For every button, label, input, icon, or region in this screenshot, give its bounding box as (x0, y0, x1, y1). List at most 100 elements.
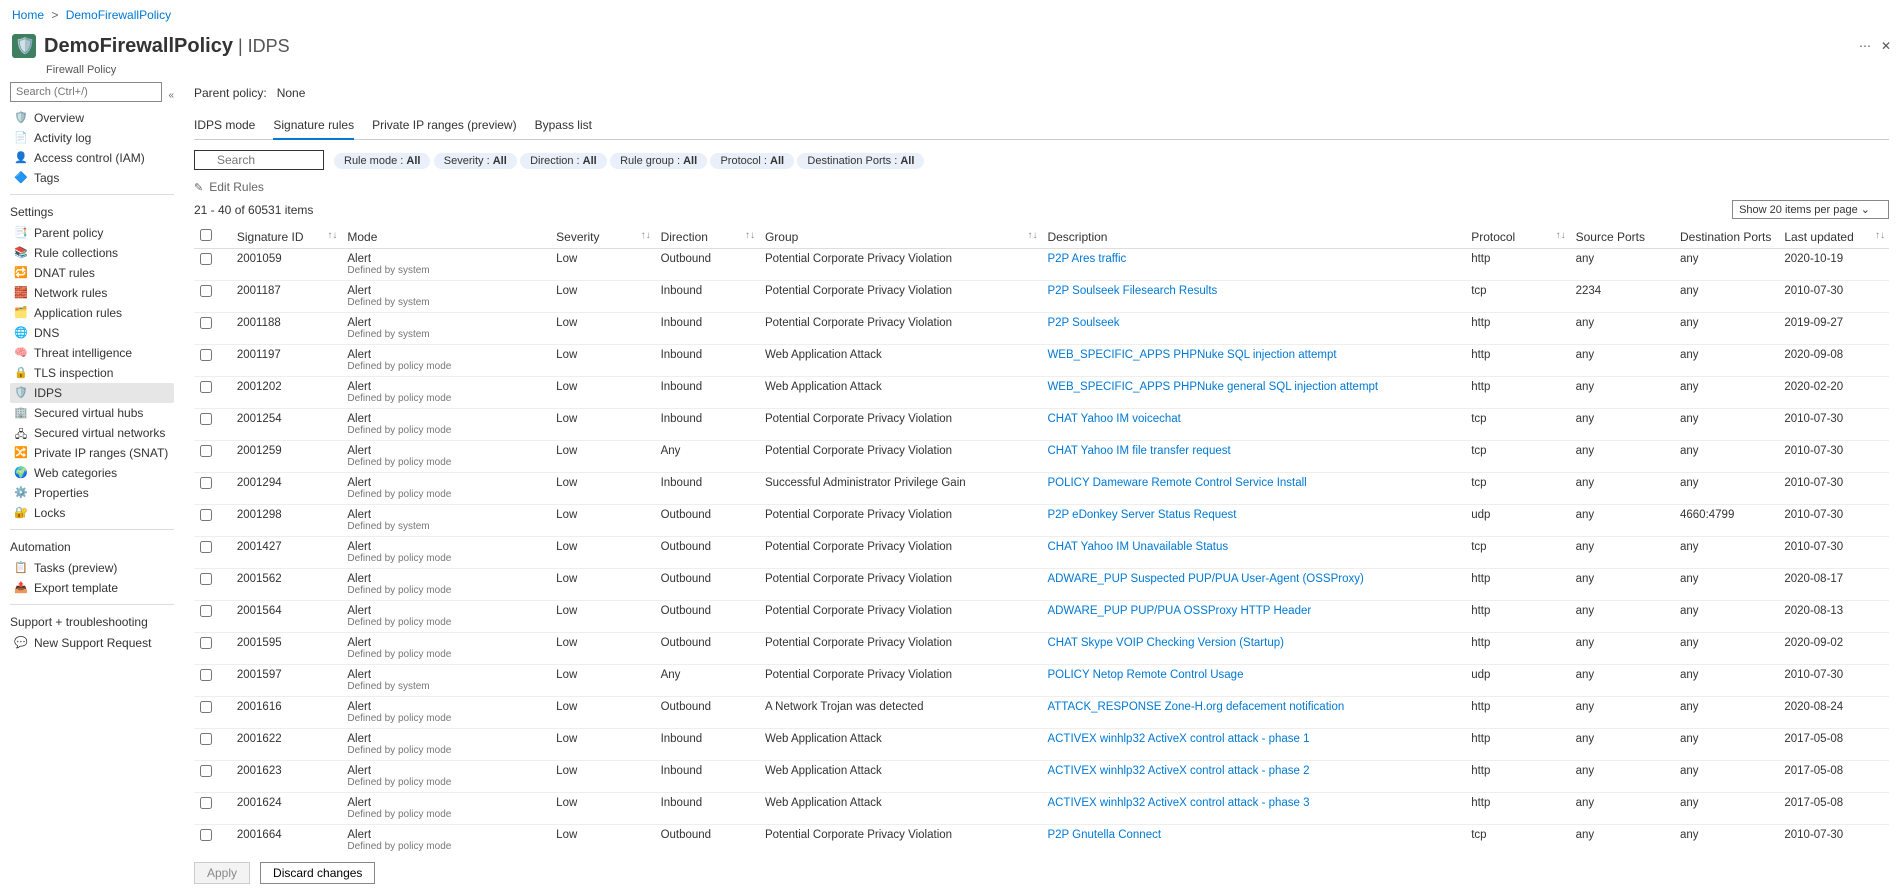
tab-idps-mode[interactable]: IDPS mode (194, 114, 255, 139)
sidebar-item-new-support-request[interactable]: 💬New Support Request (10, 633, 174, 653)
row-checkbox[interactable] (200, 637, 212, 649)
row-checkbox[interactable] (200, 797, 212, 809)
filter-pill-rule-mode[interactable]: Rule mode : All (334, 153, 430, 169)
sidebar-item-network-rules[interactable]: 🧱Network rules (10, 283, 174, 303)
sidebar-item-secured-virtual-hubs[interactable]: 🏢Secured virtual hubs (10, 403, 174, 423)
description-link[interactable]: ATTACK_RESPONSE Zone-H.org defacement no… (1047, 701, 1344, 713)
apply-button[interactable]: Apply (194, 862, 250, 884)
breadcrumb-parent[interactable]: DemoFirewallPolicy (66, 8, 171, 22)
description-link[interactable]: WEB_SPECIFIC_APPS PHPNuke general SQL in… (1047, 381, 1378, 393)
table-row[interactable]: 2001616AlertDefined by policy modeLowOut… (194, 697, 1889, 729)
table-row[interactable]: 2001188AlertDefined by systemLowInboundP… (194, 313, 1889, 345)
filter-pill-direction[interactable]: Direction : All (520, 153, 607, 169)
row-checkbox[interactable] (200, 765, 212, 777)
column-signature-id[interactable]: Signature ID↑↓ (231, 225, 342, 249)
sidebar-item-locks[interactable]: 🔐Locks (10, 503, 174, 523)
description-link[interactable]: ACTIVEX winhlp32 ActiveX control attack … (1047, 765, 1309, 777)
sidebar-item-tags[interactable]: 🔷Tags (10, 168, 174, 188)
sidebar-item-export-template[interactable]: 📤Export template (10, 578, 174, 598)
more-icon[interactable]: ⋯ (1859, 39, 1871, 53)
sidebar-item-web-categories[interactable]: 🌍Web categories (10, 463, 174, 483)
table-row[interactable]: 2001664AlertDefined by policy modeLowOut… (194, 825, 1889, 857)
description-link[interactable]: CHAT Yahoo IM Unavailable Status (1047, 541, 1228, 553)
description-link[interactable]: CHAT Skype VOIP Checking Version (Startu… (1047, 637, 1284, 649)
description-link[interactable]: WEB_SPECIFIC_APPS PHPNuke SQL injection … (1047, 349, 1336, 361)
table-row[interactable]: 2001427AlertDefined by policy modeLowOut… (194, 537, 1889, 569)
row-checkbox[interactable] (200, 317, 212, 329)
select-all-header[interactable] (194, 225, 231, 249)
filter-pill-rule-group[interactable]: Rule group : All (610, 153, 707, 169)
tab-private-ip-ranges-preview-[interactable]: Private IP ranges (preview) (372, 114, 517, 139)
row-checkbox[interactable] (200, 349, 212, 361)
discard-button[interactable]: Discard changes (260, 862, 375, 884)
close-icon[interactable]: ✕ (1881, 39, 1891, 53)
table-row[interactable]: 2001298AlertDefined by systemLowOutbound… (194, 505, 1889, 537)
column-description[interactable]: Description (1041, 225, 1465, 249)
description-link[interactable]: ACTIVEX winhlp32 ActiveX control attack … (1047, 797, 1309, 809)
sidebar-item-application-rules[interactable]: 🗂️Application rules (10, 303, 174, 323)
row-checkbox[interactable] (200, 733, 212, 745)
filter-pill-protocol[interactable]: Protocol : All (710, 153, 794, 169)
sidebar-item-secured-virtual-networks[interactable]: 🖧Secured virtual networks (10, 423, 174, 443)
row-checkbox[interactable] (200, 541, 212, 553)
column-protocol[interactable]: Protocol↑↓ (1465, 225, 1569, 249)
sidebar-item-threat-intelligence[interactable]: 🧠Threat intelligence (10, 343, 174, 363)
column-mode[interactable]: Mode (341, 225, 550, 249)
select-all-checkbox[interactable] (200, 229, 212, 241)
collapse-sidebar-icon[interactable]: « (168, 90, 174, 101)
edit-rules-button[interactable]: Edit Rules (209, 180, 264, 194)
table-row[interactable]: 2001254AlertDefined by policy modeLowInb… (194, 409, 1889, 441)
sidebar-item-rule-collections[interactable]: 📚Rule collections (10, 243, 174, 263)
row-checkbox[interactable] (200, 605, 212, 617)
sidebar-item-properties[interactable]: ⚙️Properties (10, 483, 174, 503)
description-link[interactable]: ADWARE_PUP Suspected PUP/PUA User-Agent … (1047, 573, 1363, 585)
column-destination-ports[interactable]: Destination Ports (1674, 225, 1778, 249)
sidebar-item-idps[interactable]: 🛡️IDPS (10, 383, 174, 403)
table-row[interactable]: 2001624AlertDefined by policy modeLowInb… (194, 793, 1889, 825)
description-link[interactable]: ACTIVEX winhlp32 ActiveX control attack … (1047, 733, 1309, 745)
description-link[interactable]: P2P Ares traffic (1047, 253, 1126, 265)
description-link[interactable]: P2P Soulseek (1047, 317, 1119, 329)
row-checkbox[interactable] (200, 477, 212, 489)
table-row[interactable]: 2001202AlertDefined by policy modeLowInb… (194, 377, 1889, 409)
sidebar-item-access-control-iam-[interactable]: 👤Access control (IAM) (10, 148, 174, 168)
description-link[interactable]: POLICY Dameware Remote Control Service I… (1047, 477, 1306, 489)
description-link[interactable]: CHAT Yahoo IM voicechat (1047, 413, 1180, 425)
sidebar-item-activity-log[interactable]: 📄Activity log (10, 128, 174, 148)
description-link[interactable]: P2P eDonkey Server Status Request (1047, 509, 1236, 521)
column-source-ports[interactable]: Source Ports (1570, 225, 1674, 249)
row-checkbox[interactable] (200, 413, 212, 425)
table-row[interactable]: 2001187AlertDefined by systemLowInboundP… (194, 281, 1889, 313)
row-checkbox[interactable] (200, 445, 212, 457)
sidebar-item-tls-inspection[interactable]: 🔒TLS inspection (10, 363, 174, 383)
row-checkbox[interactable] (200, 701, 212, 713)
sidebar-search-input[interactable] (10, 82, 162, 102)
sidebar-item-private-ip-ranges-snat-[interactable]: 🔀Private IP ranges (SNAT) (10, 443, 174, 463)
description-link[interactable]: CHAT Yahoo IM file transfer request (1047, 445, 1230, 457)
filter-pill-severity[interactable]: Severity : All (434, 153, 517, 169)
table-row[interactable]: 2001059AlertDefined by systemLowOutbound… (194, 249, 1889, 281)
table-row[interactable]: 2001197AlertDefined by policy modeLowInb… (194, 345, 1889, 377)
description-link[interactable]: POLICY Netop Remote Control Usage (1047, 669, 1243, 681)
description-link[interactable]: ADWARE_PUP PUP/PUA OSSProxy HTTP Header (1047, 605, 1311, 617)
table-row[interactable]: 2001564AlertDefined by policy modeLowOut… (194, 601, 1889, 633)
table-row[interactable]: 2001562AlertDefined by policy modeLowOut… (194, 569, 1889, 601)
breadcrumb-home[interactable]: Home (12, 8, 44, 22)
row-checkbox[interactable] (200, 669, 212, 681)
column-direction[interactable]: Direction↑↓ (655, 225, 759, 249)
column-last-updated[interactable]: Last updated↑↓ (1778, 225, 1889, 249)
table-row[interactable]: 2001622AlertDefined by policy modeLowInb… (194, 729, 1889, 761)
tab-signature-rules[interactable]: Signature rules (273, 114, 354, 140)
sidebar-item-parent-policy[interactable]: 📑Parent policy (10, 223, 174, 243)
sidebar-item-overview[interactable]: 🛡️Overview (10, 108, 174, 128)
signature-search-input[interactable] (194, 150, 324, 170)
filter-pill-destination-ports[interactable]: Destination Ports : All (797, 153, 924, 169)
description-link[interactable]: P2P Soulseek Filesearch Results (1047, 285, 1217, 297)
row-checkbox[interactable] (200, 509, 212, 521)
column-severity[interactable]: Severity↑↓ (550, 225, 654, 249)
row-checkbox[interactable] (200, 573, 212, 585)
column-group[interactable]: Group↑↓ (759, 225, 1042, 249)
row-checkbox[interactable] (200, 253, 212, 265)
description-link[interactable]: P2P Gnutella Connect (1047, 829, 1161, 841)
row-checkbox[interactable] (200, 381, 212, 393)
